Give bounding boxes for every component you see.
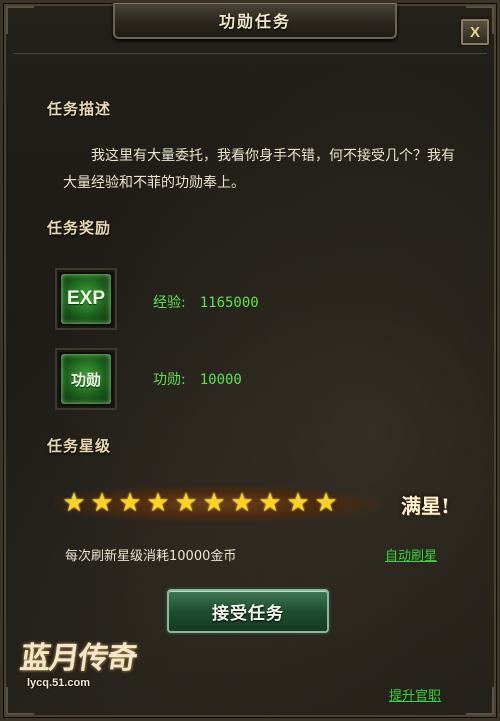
merit-reward-text: 功勋: 10000 bbox=[153, 369, 242, 389]
refresh-cost-text: 每次刷新星级消耗10000金币 bbox=[65, 549, 237, 564]
star-icon: ★ bbox=[174, 488, 198, 518]
divider bbox=[13, 53, 487, 54]
corner-ornament bbox=[6, 6, 34, 34]
star-icon: ★ bbox=[146, 488, 170, 518]
star-rating: ★ ★ ★ ★ ★ ★ ★ ★ ★ ★ bbox=[61, 490, 339, 518]
merit-icon: 功勋 bbox=[61, 354, 111, 404]
promote-rank-link[interactable]: 提升官职 bbox=[389, 685, 441, 704]
star-icon: ★ bbox=[90, 488, 114, 518]
accept-quest-button[interactable]: 接受任务 bbox=[167, 589, 329, 633]
star-icon: ★ bbox=[258, 488, 282, 518]
merit-value: 10000 bbox=[199, 372, 242, 388]
exp-icon: EXP bbox=[61, 274, 111, 324]
window-title: 功勋任务 bbox=[218, 12, 291, 31]
close-icon: X bbox=[469, 23, 480, 41]
logo-title: 蓝月传奇 bbox=[18, 641, 139, 676]
star-icon: ★ bbox=[118, 488, 142, 518]
merit-quest-window: 功勋任务 X 任务描述 我这里有大量委托，我看你身手不错，何不接受几个？我有大量… bbox=[0, 0, 500, 721]
game-logo: 蓝月传奇 lycq.51.com bbox=[17, 633, 152, 699]
star-icon: ★ bbox=[314, 488, 338, 518]
exp-reward-slot[interactable]: EXP bbox=[55, 268, 117, 330]
title-bar: 功勋任务 bbox=[113, 3, 397, 39]
full-star-label: 满星! bbox=[401, 494, 450, 518]
rewards-heading: 任务奖励 bbox=[47, 219, 112, 237]
merit-label: 功勋: bbox=[153, 372, 186, 388]
star-icon: ★ bbox=[286, 488, 310, 518]
exp-label: 经验: bbox=[153, 295, 186, 311]
quest-description: 我这里有大量委托，我看你身手不错，何不接受几个？我有大量经验和不菲的功勋奉上。 bbox=[63, 148, 455, 191]
star-icon: ★ bbox=[202, 488, 226, 518]
logo-url: lycq.51.com bbox=[27, 677, 90, 689]
star-level-heading: 任务星级 bbox=[47, 437, 112, 455]
close-button[interactable]: X bbox=[461, 19, 489, 45]
star-icon: ★ bbox=[230, 488, 254, 518]
star-icon: ★ bbox=[62, 488, 86, 518]
description-heading: 任务描述 bbox=[47, 100, 112, 118]
auto-refresh-link[interactable]: 自动刷星 bbox=[385, 545, 437, 564]
corner-ornament bbox=[466, 687, 494, 715]
exp-value: 1165000 bbox=[199, 295, 259, 311]
merit-reward-slot[interactable]: 功勋 bbox=[55, 348, 117, 410]
exp-reward-text: 经验: 1165000 bbox=[153, 292, 259, 312]
